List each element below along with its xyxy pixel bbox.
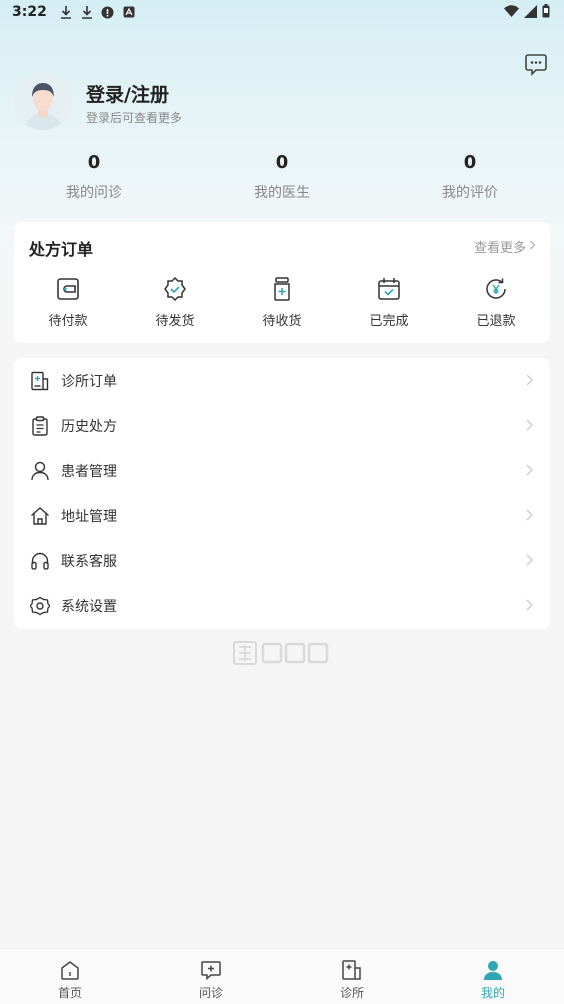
avatar[interactable] — [14, 72, 72, 130]
order-pending-receipt[interactable]: 待收货 — [242, 276, 322, 329]
order-refunded[interactable]: 已退款 — [456, 276, 536, 329]
chevron-right-icon — [526, 554, 533, 566]
chevron-right-icon — [529, 239, 536, 254]
home-icon — [31, 506, 49, 525]
battery-icon — [542, 4, 550, 22]
login-register-link[interactable]: 登录/注册 — [86, 80, 169, 107]
menu-item-patient-management[interactable]: 患者管理 — [14, 448, 550, 493]
stat-label: 我的评价 — [442, 185, 498, 201]
profile-tab-icon — [484, 961, 502, 980]
stat-value: 0 — [463, 152, 477, 173]
wifi-icon — [504, 5, 519, 21]
menu-item-customer-service[interactable]: 联系客服 — [14, 538, 550, 583]
menu-item-prescription-history[interactable]: 历史处方 — [14, 403, 550, 448]
brand-logo-wordmark — [261, 642, 329, 664]
gear-icon — [30, 596, 50, 615]
headset-icon — [31, 552, 49, 570]
consult-tab-icon — [201, 961, 221, 981]
tab-home[interactable]: 首页 — [25, 959, 115, 1001]
status-time: 3:22 — [12, 4, 47, 20]
home-tab-icon — [61, 961, 79, 980]
message-icon[interactable] — [524, 52, 548, 76]
menu-label: 诊所订单 — [61, 373, 117, 390]
menu-label: 地址管理 — [61, 508, 117, 525]
menu-label: 历史处方 — [61, 418, 117, 435]
order-label: 已完成 — [369, 314, 409, 329]
status-bar: 3:22 — [0, 0, 564, 24]
chevron-right-icon — [526, 599, 533, 611]
menu-item-clinic-orders[interactable]: 诊所订单 — [14, 358, 550, 403]
stat-label: 我的医生 — [254, 185, 310, 201]
order-pending-payment[interactable]: 待付款 — [28, 276, 108, 329]
menu-item-address-management[interactable]: 地址管理 — [14, 493, 550, 538]
tab-profile[interactable]: 我的 — [448, 959, 538, 1001]
menu-label: 系统设置 — [61, 598, 117, 615]
order-label: 待发货 — [155, 314, 195, 329]
bottom-tab-bar: 首页 问诊 诊所 我的 — [0, 948, 564, 1004]
menu-item-system-settings[interactable]: 系统设置 — [14, 583, 550, 628]
menu-card: 诊所订单 历史处方 患者管理 地址管理 联系客服 系统设置 — [14, 358, 550, 629]
alert-icon — [101, 5, 115, 19]
stat-label: 我的问诊 — [66, 185, 122, 201]
refund-yen-icon — [486, 278, 506, 299]
person-icon — [31, 461, 49, 480]
login-hint-text: 登录后可查看更多 — [86, 111, 183, 125]
orders-title: 处方订单 — [29, 240, 94, 259]
tab-clinic[interactable]: 诊所 — [307, 959, 397, 1001]
menu-label: 患者管理 — [61, 463, 117, 480]
order-pending-shipment[interactable]: 待发货 — [135, 276, 215, 329]
download-icon — [59, 5, 73, 19]
tab-label: 问诊 — [198, 986, 223, 1000]
tab-consult[interactable]: 问诊 — [166, 959, 256, 1001]
stat-value: 0 — [275, 152, 289, 173]
brand-logo-icon — [233, 641, 257, 665]
clinic-tab-icon — [342, 960, 361, 980]
medicine-bottle-icon — [274, 277, 290, 301]
stat-doctors[interactable]: 0 我的医生 — [222, 150, 342, 202]
order-completed[interactable]: 已完成 — [349, 276, 429, 329]
tab-label: 首页 — [57, 986, 82, 1000]
stat-reviews[interactable]: 0 我的评价 — [410, 150, 530, 202]
tab-label: 我的 — [480, 986, 505, 1000]
wallet-icon — [57, 278, 79, 300]
view-more-label: 查看更多 — [473, 241, 526, 256]
download-icon — [80, 5, 94, 19]
order-label: 待收货 — [262, 314, 302, 329]
stat-value: 0 — [87, 152, 101, 173]
prescription-orders-card: 处方订单 查看更多 待付款 待发货 待收货 已完成 已退款 — [14, 222, 550, 343]
stats-row: 0 我的问诊 0 我的医生 0 我的评价 — [0, 150, 564, 210]
chevron-right-icon — [526, 509, 533, 521]
app-store-icon — [122, 5, 136, 19]
badge-check-icon — [164, 276, 186, 302]
clinic-icon — [31, 371, 49, 390]
order-label: 待付款 — [48, 314, 88, 329]
calendar-check-icon — [378, 278, 400, 300]
chevron-right-icon — [526, 464, 533, 476]
stat-consultations[interactable]: 0 我的问诊 — [34, 150, 154, 202]
brand-watermark-logo — [233, 641, 331, 665]
clipboard-icon — [32, 415, 48, 436]
view-more-link[interactable]: 查看更多 — [474, 237, 536, 256]
order-label: 已退款 — [476, 314, 516, 329]
chevron-right-icon — [526, 419, 533, 431]
chevron-right-icon — [526, 374, 533, 386]
signal-icon — [524, 4, 537, 22]
menu-label: 联系客服 — [61, 553, 117, 570]
tab-label: 诊所 — [339, 986, 364, 1000]
